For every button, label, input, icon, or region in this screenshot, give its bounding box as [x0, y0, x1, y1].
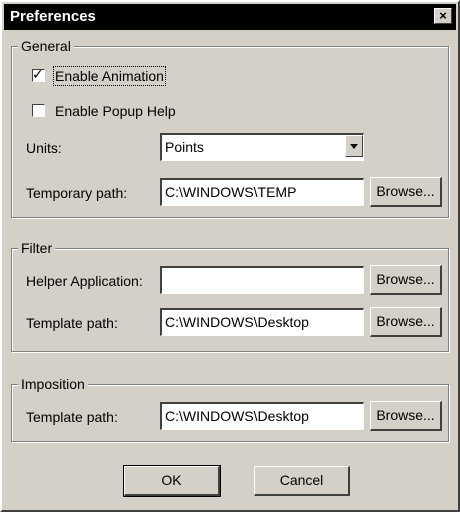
units-label: Units: [26, 140, 62, 156]
cancel-button[interactable]: Cancel [254, 466, 350, 496]
close-icon[interactable]: × [434, 8, 452, 24]
imposition-template-browse-button[interactable]: Browse... [370, 401, 442, 431]
helper-app-label: Helper Application: [26, 273, 143, 289]
imposition-template-path-input[interactable]: C:\WINDOWS\Desktop [160, 402, 364, 430]
filter-template-path-input[interactable]: C:\WINDOWS\Desktop [160, 308, 364, 336]
checkmark-icon: ✓ [32, 66, 44, 82]
general-legend: General [18, 38, 74, 54]
enable-animation-checkbox[interactable]: ✓ [32, 66, 45, 82]
helper-app-input[interactable] [160, 266, 364, 294]
filter-template-browse-button[interactable]: Browse... [370, 307, 442, 337]
units-select[interactable]: Points [160, 133, 364, 161]
enable-animation-label[interactable]: Enable Animation [53, 66, 166, 86]
imposition-group: Imposition Template path: C:\WINDOWS\Des… [11, 376, 449, 442]
imposition-legend: Imposition [18, 376, 88, 392]
enable-popup-help-checkbox[interactable] [32, 104, 45, 117]
title-bar[interactable]: Preferences × [4, 4, 456, 30]
units-value: Points [165, 139, 204, 155]
general-group: General ✓ Enable Animation Enable Popup … [11, 38, 449, 218]
imposition-template-path-label: Template path: [26, 409, 118, 425]
filter-legend: Filter [18, 240, 56, 256]
enable-popup-help-label[interactable]: Enable Popup Help [55, 103, 176, 119]
preferences-dialog: Preferences × General ✓ Enable Animation… [0, 0, 460, 512]
helper-app-browse-button[interactable]: Browse... [370, 265, 442, 295]
filter-group: Filter Helper Application: Browse... Tem… [11, 240, 449, 352]
temp-path-browse-button[interactable]: Browse... [370, 177, 442, 207]
temp-path-label: Temporary path: [26, 185, 128, 201]
chevron-down-icon[interactable] [345, 135, 363, 157]
filter-template-path-label: Template path: [26, 315, 118, 331]
window-title: Preferences [10, 8, 96, 25]
temp-path-input[interactable]: C:\WINDOWS\TEMP [160, 178, 364, 206]
ok-button[interactable]: OK [123, 465, 221, 497]
